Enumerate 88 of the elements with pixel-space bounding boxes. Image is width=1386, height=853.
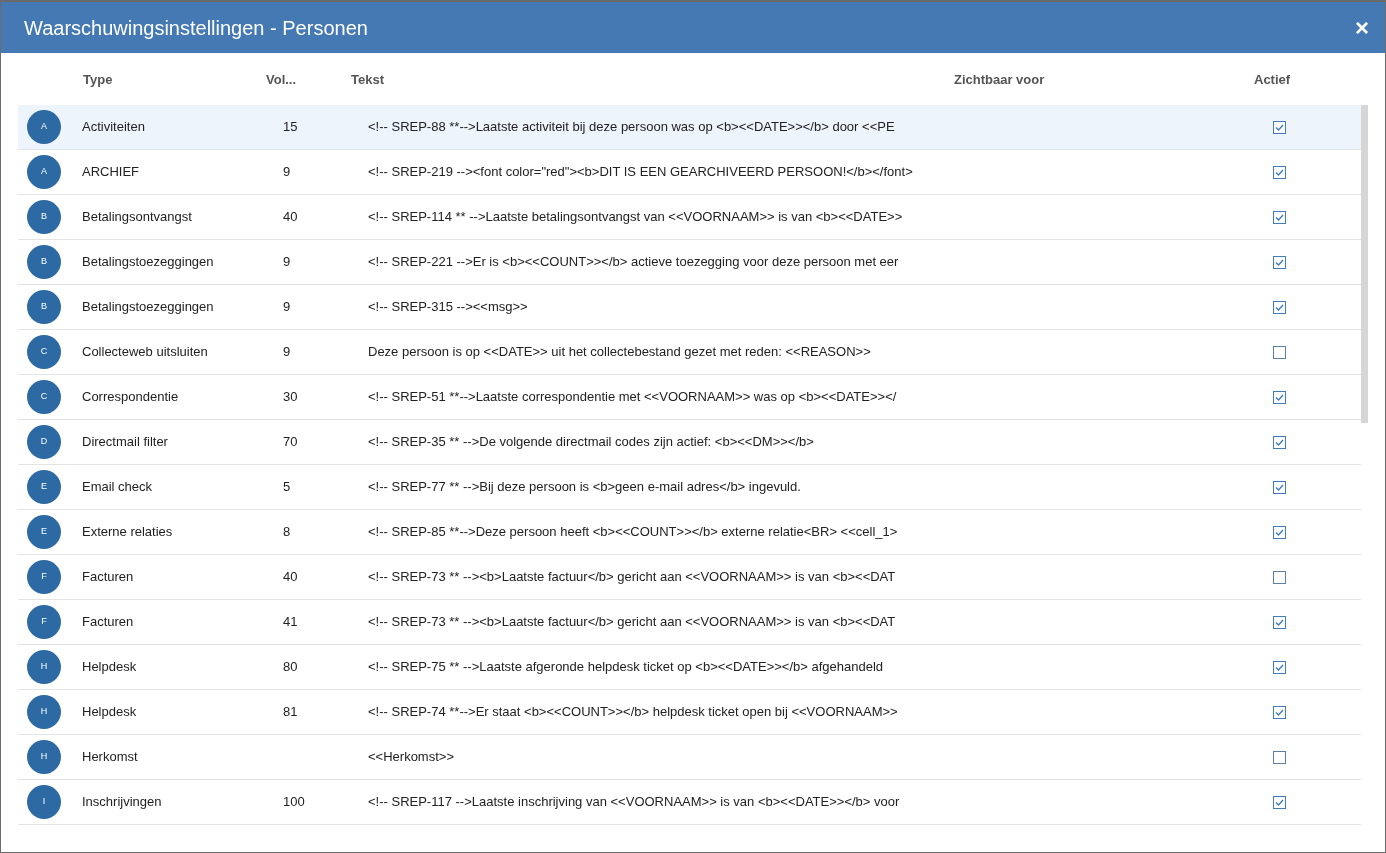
column-header: Tekst: [351, 72, 384, 87]
close-button[interactable]: ×: [1351, 15, 1373, 40]
table-cell: ARCHIEF: [82, 164, 140, 180]
checkbox[interactable]: [1273, 615, 1286, 629]
table-row[interactable]: A Activiteiten 15 <!-- SREP-88 **-->Laatste activiteit bij deze persoon was op <b><<DATE>></b> door <<PE: [18, 105, 1361, 150]
letter-avatar: E: [27, 470, 61, 504]
table-cell: <!-- SREP-75 ** -->Laatste afgeronde helpdesk ticket op <b><<DATE>></b> afgehandeld: [368, 659, 884, 675]
letter-avatar: B: [27, 200, 61, 234]
table-cell: Helpdesk: [82, 659, 137, 675]
table-cell: Inschrijvingen: [82, 794, 162, 810]
table-cell: 40: [283, 569, 298, 585]
checkbox[interactable]: [1273, 210, 1286, 224]
checkbox[interactable]: [1273, 345, 1286, 359]
table-cell: <!-- SREP-117 -->Laatste inschrijving van <<VOORNAAM>> is van <b><<DATE>></b> voor: [368, 794, 900, 810]
checkbox[interactable]: [1273, 660, 1286, 674]
checkbox[interactable]: [1273, 300, 1286, 314]
letter-avatar: B: [27, 290, 61, 324]
letter-avatar: A: [27, 110, 61, 144]
table-cell: Facturen: [82, 569, 134, 585]
table-cell: <!-- SREP-74 **-->Er staat <b><<COUNT>></b> helpdesk ticket open bij <<VOORNAAM>>: [368, 704, 898, 720]
letter-avatar: H: [27, 695, 61, 729]
table-cell: <!-- SREP-219 --><font color="red"><b>DIT IS EEN GEARCHIVEERD PERSOON!</b></font>: [368, 164, 913, 180]
window-title: Waarschuwingsinstellingen - Personen: [24, 15, 368, 41]
table-cell: <!-- SREP-77 ** -->Bij deze persoon is <b>geen e-mail adres</b> ingevuld.: [368, 479, 801, 495]
table-cell: 30: [283, 389, 298, 405]
table-cell: <!-- SREP-51 **-->Laatste correspondentie met <<VOORNAAM>> was op <b><<DATE>></: [368, 389, 897, 405]
table-cell: <!-- SREP-221 -->Er is <b><<COUNT>></b> actieve toezegging voor deze persoon met eer: [368, 254, 899, 270]
table-cell: 8: [283, 524, 291, 540]
checkbox[interactable]: [1273, 750, 1286, 764]
table-cell: Deze persoon is op <<DATE>> uit het collectebestand gezet met reden: <<REASON>>: [368, 344, 871, 360]
table-cell: 41: [283, 614, 298, 630]
table-cell: <!-- SREP-73 ** --><b>Laatste factuur</b> gericht aan <<VOORNAAM>> is van <b><<DAT: [368, 614, 896, 630]
letter-avatar: F: [27, 605, 61, 639]
table-cell: Externe relaties: [82, 524, 173, 540]
table-cell: Directmail filter: [82, 434, 168, 450]
table-cell: <<Herkomst>>: [368, 749, 454, 765]
checkbox[interactable]: [1273, 120, 1286, 134]
checkbox[interactable]: [1273, 705, 1286, 719]
checkbox[interactable]: [1273, 480, 1286, 494]
letter-avatar: I: [27, 785, 61, 819]
letter-avatar: A: [27, 155, 61, 189]
letter-avatar: F: [27, 560, 61, 594]
table-cell: 9: [283, 254, 291, 270]
table-cell: <!-- SREP-114 ** -->Laatste betalingsontvangst van <<VOORNAAM>> is van <b><<DATE>>: [368, 209, 903, 225]
table-cell: Facturen: [82, 614, 134, 630]
letter-avatar: E: [27, 515, 61, 549]
checkbox[interactable]: [1273, 570, 1286, 584]
checkbox[interactable]: [1273, 435, 1286, 449]
scrollbar[interactable]: [1361, 105, 1368, 423]
table-cell: Email check: [82, 479, 153, 495]
letter-avatar: C: [27, 335, 61, 369]
table-cell: 9: [283, 299, 291, 315]
table-cell: 80: [283, 659, 298, 675]
table-cell: 15: [283, 119, 298, 135]
table-cell: Herkomst: [82, 749, 138, 765]
checkbox[interactable]: [1273, 165, 1286, 179]
table-cell: <!-- SREP-35 ** -->De volgende directmail codes zijn actief: <b><<DM>></b>: [368, 434, 814, 450]
table-cell: 9: [283, 164, 291, 180]
letter-avatar: D: [27, 425, 61, 459]
table-cell: Collecteweb uitsluiten: [82, 344, 208, 360]
table-cell: Betalingstoezeggingen: [82, 254, 214, 270]
table-cell: 70: [283, 434, 298, 450]
table-cell: Correspondentie: [82, 389, 179, 405]
table-cell: Helpdesk: [82, 704, 137, 720]
checkbox[interactable]: [1273, 255, 1286, 269]
column-header: Type: [83, 72, 113, 87]
letter-avatar: B: [27, 245, 61, 279]
table-cell: <!-- SREP-73 ** --><b>Laatste factuur</b> gericht aan <<VOORNAAM>> is van <b><<DAT: [368, 569, 896, 585]
letter-avatar: C: [27, 380, 61, 414]
letter-avatar: H: [27, 650, 61, 684]
checkbox[interactable]: [1273, 390, 1286, 404]
table-cell: 100: [283, 794, 305, 810]
checkbox[interactable]: [1273, 525, 1286, 539]
letter-avatar: H: [27, 740, 61, 774]
table-cell: <!-- SREP-315 --><<msg>>: [368, 299, 528, 315]
table-cell: Betalingsontvangst: [82, 209, 192, 225]
column-header: Actief: [1254, 72, 1291, 87]
column-header: Vol...: [266, 72, 297, 87]
table-cell: 5: [283, 479, 291, 495]
table-cell: 40: [283, 209, 298, 225]
column-header: Zichtbaar voor: [954, 72, 1045, 87]
table-cell: <!-- SREP-85 **-->Deze persoon heeft <b><<COUNT>></b> externe relatie<BR> <<cell_1>: [368, 524, 898, 540]
table-cell: Activiteiten: [82, 119, 145, 135]
table-cell: <!-- SREP-88 **-->Laatste activiteit bij deze persoon was op <b><<DATE>></b> door <<PE: [368, 119, 895, 135]
table-cell: Betalingstoezeggingen: [82, 299, 214, 315]
checkbox[interactable]: [1273, 795, 1286, 809]
table-cell: 81: [283, 704, 298, 720]
table-cell: 9: [283, 344, 291, 360]
